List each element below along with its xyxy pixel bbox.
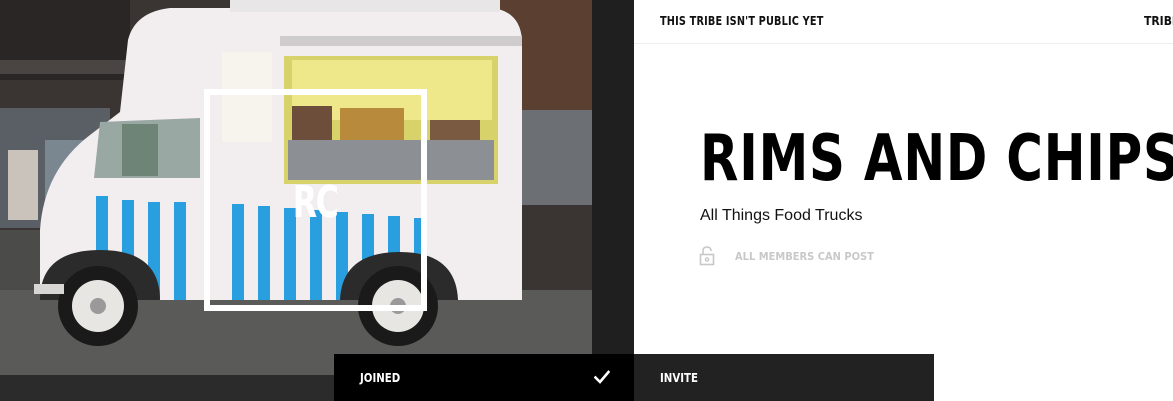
unlock-icon: [699, 246, 715, 266]
joined-label: JOINED: [360, 371, 401, 385]
privacy-notice: THIS TRIBE ISN'T PUBLIC YET: [660, 14, 824, 28]
bottom-bar-left: [0, 375, 334, 401]
tribe-logo: RC: [204, 89, 427, 311]
top-bar: THIS TRIBE ISN'T PUBLIC YET TRIBE: [634, 0, 1173, 44]
tribe-description: All Things Food Trucks: [700, 207, 863, 224]
photo-divider: [592, 0, 634, 375]
cover-photo: RC: [0, 0, 634, 375]
tribe-logo-initials: RC: [293, 176, 339, 228]
posting-permission-label: ALL MEMBERS CAN POST: [735, 249, 874, 263]
check-icon: [594, 370, 610, 384]
joined-button[interactable]: JOINED: [334, 354, 634, 401]
tribe-nav-link[interactable]: TRIBE: [1144, 14, 1173, 28]
invite-button[interactable]: INVITE: [634, 354, 934, 401]
posting-permission: ALL MEMBERS CAN POST: [699, 245, 889, 267]
invite-label: INVITE: [660, 371, 698, 385]
tribe-title: RIMS AND CHIPS_: [700, 122, 1173, 196]
